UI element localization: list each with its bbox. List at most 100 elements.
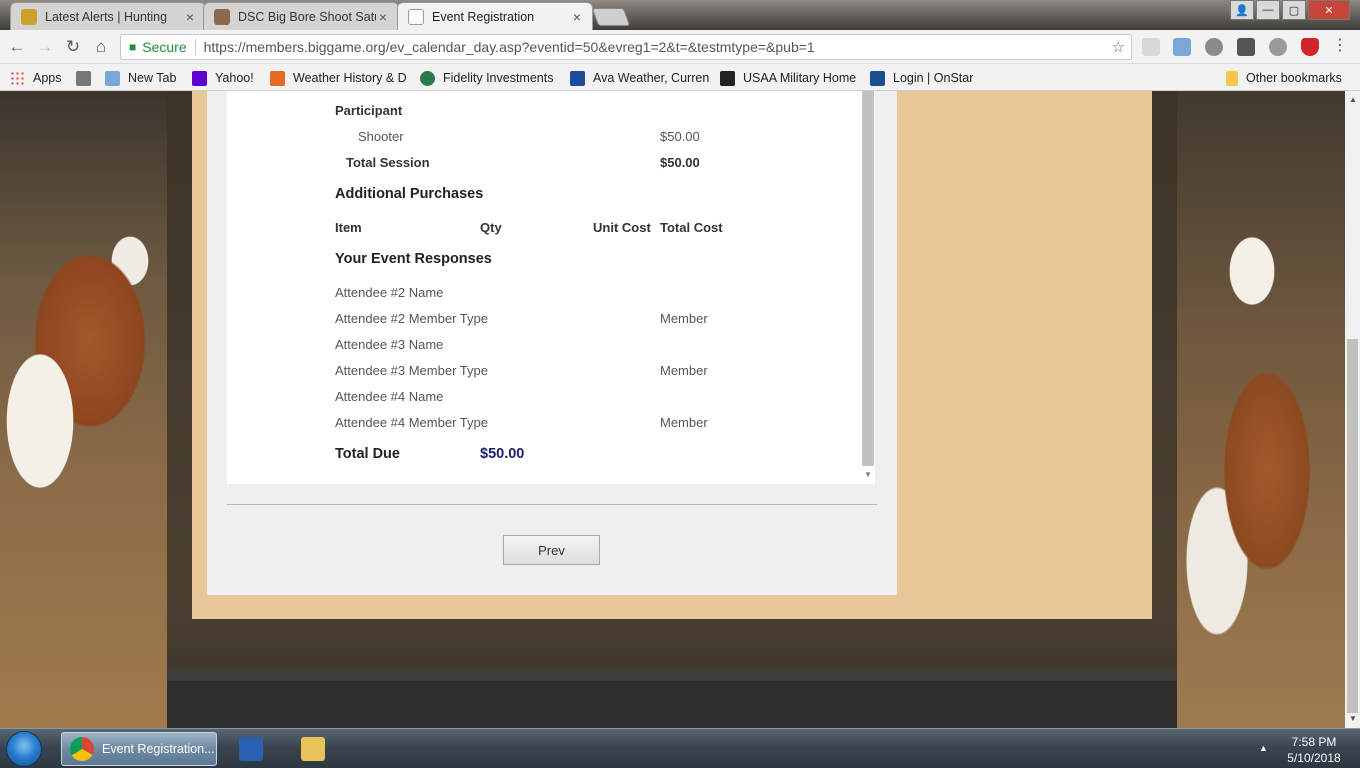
address-bar[interactable]: ■ Secure https://members.biggame.org/ev_… bbox=[120, 34, 1132, 60]
response-value: Member bbox=[660, 363, 708, 378]
clock-date: 5/10/2018 bbox=[1287, 751, 1341, 765]
forward-button[interactable]: → bbox=[35, 37, 55, 57]
reload-button[interactable]: ↻ bbox=[63, 37, 83, 57]
tab-title: DSC Big Bore Shoot Satu bbox=[238, 9, 376, 24]
new-tab-favicon-icon bbox=[105, 70, 120, 86]
bookmark-usaa[interactable]: USAA Military Home bbox=[720, 68, 856, 88]
bookmark-ava-weather[interactable]: Ava Weather, Curren bbox=[570, 68, 710, 88]
fidelity-favicon-icon bbox=[420, 70, 435, 86]
bookmark-favicon-icon bbox=[76, 70, 91, 86]
other-bookmarks[interactable]: Other bookmarks bbox=[1226, 68, 1342, 88]
bookmark-label: New Tab bbox=[128, 71, 177, 85]
tab-dsc-big-bore[interactable]: DSC Big Bore Shoot Satu × bbox=[203, 2, 399, 30]
event-responses-heading: Your Event Responses bbox=[335, 251, 492, 267]
extension-icon[interactable] bbox=[1173, 38, 1191, 56]
total-due-label: Total Due bbox=[335, 446, 400, 462]
word-icon bbox=[239, 737, 263, 761]
taskbar-window-title: Event Registration... bbox=[102, 742, 215, 756]
user-profile-button[interactable]: 👤 bbox=[1230, 0, 1254, 20]
minimize-button[interactable]: — bbox=[1256, 0, 1280, 20]
page-scrollbar[interactable]: ▲ ▼ bbox=[1345, 91, 1360, 728]
bookmark-yahoo[interactable]: Yahoo! bbox=[192, 68, 254, 88]
yahoo-favicon-icon bbox=[192, 70, 207, 86]
response-label: Attendee #2 Name bbox=[335, 285, 444, 300]
weather-favicon-icon bbox=[270, 70, 285, 86]
response-value: Member bbox=[660, 311, 708, 326]
usaa-favicon-icon bbox=[720, 70, 735, 86]
response-label: Attendee #3 Name bbox=[335, 337, 444, 352]
extension-icon[interactable] bbox=[1142, 38, 1160, 56]
tab-close-icon[interactable]: × bbox=[570, 9, 584, 25]
participant-heading: Participant bbox=[335, 103, 403, 118]
prev-button[interactable]: Prev bbox=[503, 535, 600, 565]
shooter-amount: $50.00 bbox=[660, 129, 700, 144]
divider bbox=[227, 504, 877, 505]
shooter-label: Shooter bbox=[358, 129, 404, 144]
maximize-button[interactable]: ▢ bbox=[1282, 0, 1306, 20]
scroll-down-arrow-icon[interactable]: ▼ bbox=[864, 470, 872, 479]
column-item: Item bbox=[335, 220, 362, 235]
extension-icon[interactable] bbox=[1237, 38, 1255, 56]
tab-latest-alerts[interactable]: Latest Alerts | Hunting × bbox=[10, 2, 206, 30]
clock-time: 7:58 PM bbox=[1291, 735, 1337, 749]
secure-label: Secure bbox=[142, 39, 196, 55]
bookmark-star-icon[interactable]: ☆ bbox=[1112, 38, 1125, 56]
column-total-cost: Total Cost bbox=[660, 220, 723, 235]
folder-icon bbox=[301, 737, 325, 761]
hunting-favicon-icon bbox=[21, 8, 37, 25]
response-value: Member bbox=[660, 415, 708, 430]
tab-event-registration[interactable]: Event Registration × bbox=[397, 2, 593, 30]
bookmark-weather-history[interactable]: Weather History & D bbox=[270, 68, 410, 88]
start-button[interactable] bbox=[6, 731, 42, 767]
summary-scrollbar[interactable]: ▼ bbox=[861, 91, 875, 484]
url-text[interactable]: https://members.biggame.org/ev_calendar_… bbox=[204, 39, 1112, 55]
column-qty: Qty bbox=[480, 220, 502, 235]
bookmark-apps[interactable]: Apps bbox=[10, 68, 62, 88]
taskbar-explorer[interactable] bbox=[294, 732, 332, 766]
browser-toolbar: ← → ↻ ⌂ ■ Secure https://members.biggame… bbox=[0, 30, 1360, 64]
total-due-amount: $50.00 bbox=[480, 446, 525, 462]
total-session-label: Total Session bbox=[346, 155, 430, 170]
globe-extension-icon[interactable] bbox=[1205, 38, 1223, 56]
shield-extension-icon[interactable] bbox=[1301, 38, 1319, 56]
bookmark-onstar[interactable]: Login | OnStar bbox=[870, 68, 973, 88]
apps-grid-icon bbox=[10, 70, 25, 86]
additional-purchases-heading: Additional Purchases bbox=[335, 186, 484, 202]
system-clock[interactable]: 7:58 PM 5/10/2018 bbox=[1274, 734, 1354, 766]
scroll-down-arrow-icon[interactable]: ▼ bbox=[1349, 714, 1357, 723]
chrome-icon bbox=[70, 737, 94, 761]
windows-taskbar: Event Registration... ▲ 7:58 PM 5/10/201… bbox=[0, 728, 1360, 768]
tab-close-icon[interactable]: × bbox=[376, 9, 390, 25]
back-button[interactable]: ← bbox=[7, 37, 27, 57]
page-scrollbar-thumb[interactable] bbox=[1347, 339, 1358, 713]
show-hidden-icons-arrow[interactable]: ▲ bbox=[1259, 743, 1268, 753]
close-window-button[interactable]: ✕ bbox=[1308, 0, 1350, 20]
bookmark-new-tab[interactable]: New Tab bbox=[105, 68, 176, 88]
bookmark-fidelity[interactable]: Fidelity Investments bbox=[420, 68, 553, 88]
chrome-menu-icon[interactable]: ⋮ bbox=[1332, 38, 1348, 56]
bookmark-unnamed[interactable] bbox=[76, 68, 99, 88]
registration-summary: Participant Shooter $50.00 Total Session… bbox=[227, 91, 861, 484]
page-favicon-icon bbox=[408, 8, 424, 25]
extension-icon[interactable] bbox=[1269, 38, 1287, 56]
response-label: Attendee #4 Name bbox=[335, 389, 444, 404]
taskbar-chrome-window[interactable]: Event Registration... bbox=[61, 732, 217, 766]
tab-close-icon[interactable]: × bbox=[183, 9, 197, 25]
page-footer bbox=[167, 669, 1177, 728]
scrollbar-thumb[interactable] bbox=[862, 91, 874, 466]
response-label: Attendee #3 Member Type bbox=[335, 363, 488, 378]
bookmark-label: Ava Weather, Curren bbox=[593, 71, 710, 85]
column-unit-cost: Unit Cost bbox=[593, 220, 651, 235]
bookmark-label: Other bookmarks bbox=[1246, 71, 1342, 85]
page-viewport: Participant Shooter $50.00 Total Session… bbox=[0, 91, 1345, 728]
bookmark-label: Weather History & D bbox=[293, 71, 407, 85]
new-tab-button[interactable] bbox=[591, 8, 631, 26]
bookmark-label: USAA Military Home bbox=[743, 71, 857, 85]
weather-channel-favicon-icon bbox=[570, 70, 585, 86]
springbok-background-left bbox=[0, 91, 167, 728]
response-label: Attendee #2 Member Type bbox=[335, 311, 488, 326]
home-button[interactable]: ⌂ bbox=[91, 37, 111, 57]
springbok-background-right bbox=[1177, 91, 1345, 728]
scroll-up-arrow-icon[interactable]: ▲ bbox=[1349, 95, 1357, 104]
taskbar-word[interactable] bbox=[232, 732, 270, 766]
